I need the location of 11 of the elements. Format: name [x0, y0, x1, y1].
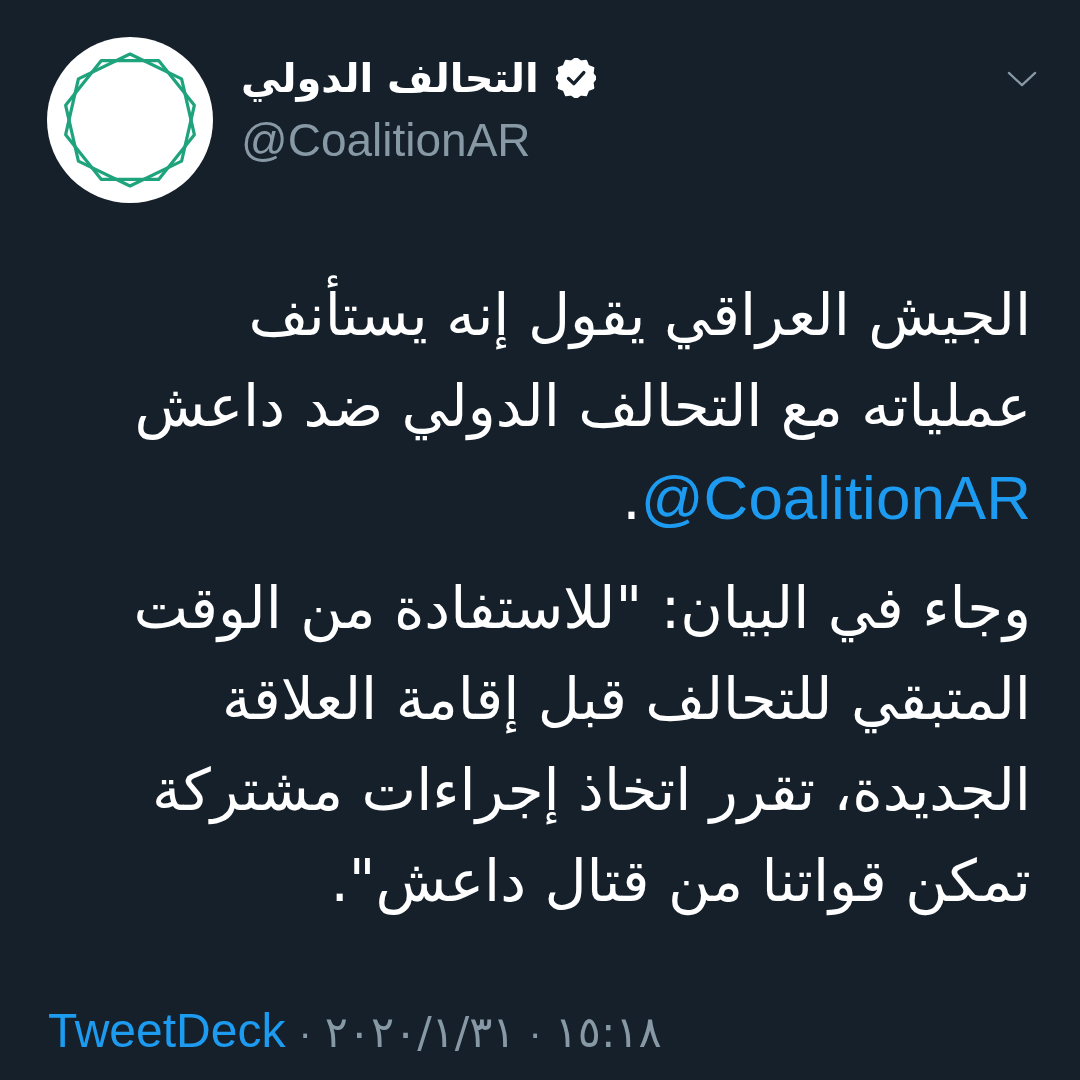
tweet-time: ١٥:١٨ [554, 1006, 662, 1059]
author-name[interactable]: التحالف الدولي [241, 54, 539, 102]
avatar-logo-icon [47, 37, 213, 203]
tweet-date: ٢٠٢٠/١/٣١ [324, 1006, 516, 1059]
source-link[interactable]: TweetDeck [48, 1004, 286, 1058]
chevron-down-icon[interactable] [1007, 71, 1037, 88]
mention-link[interactable]: @CoalitionAR [640, 463, 1031, 532]
author-handle[interactable]: @CoalitionAR [241, 113, 531, 167]
tweet-text: وجاء في البيان: "للاستفادة من الوقت المتبقي للتحالف قبل إقامة العلاقة الجديدة، تقرر اتخاذ إجراءات مشتركة تمكن قواتنا من قتال داعش". [132, 573, 1031, 918]
separator-text: · [528, 1010, 542, 1057]
separator-text: · [298, 1010, 312, 1057]
